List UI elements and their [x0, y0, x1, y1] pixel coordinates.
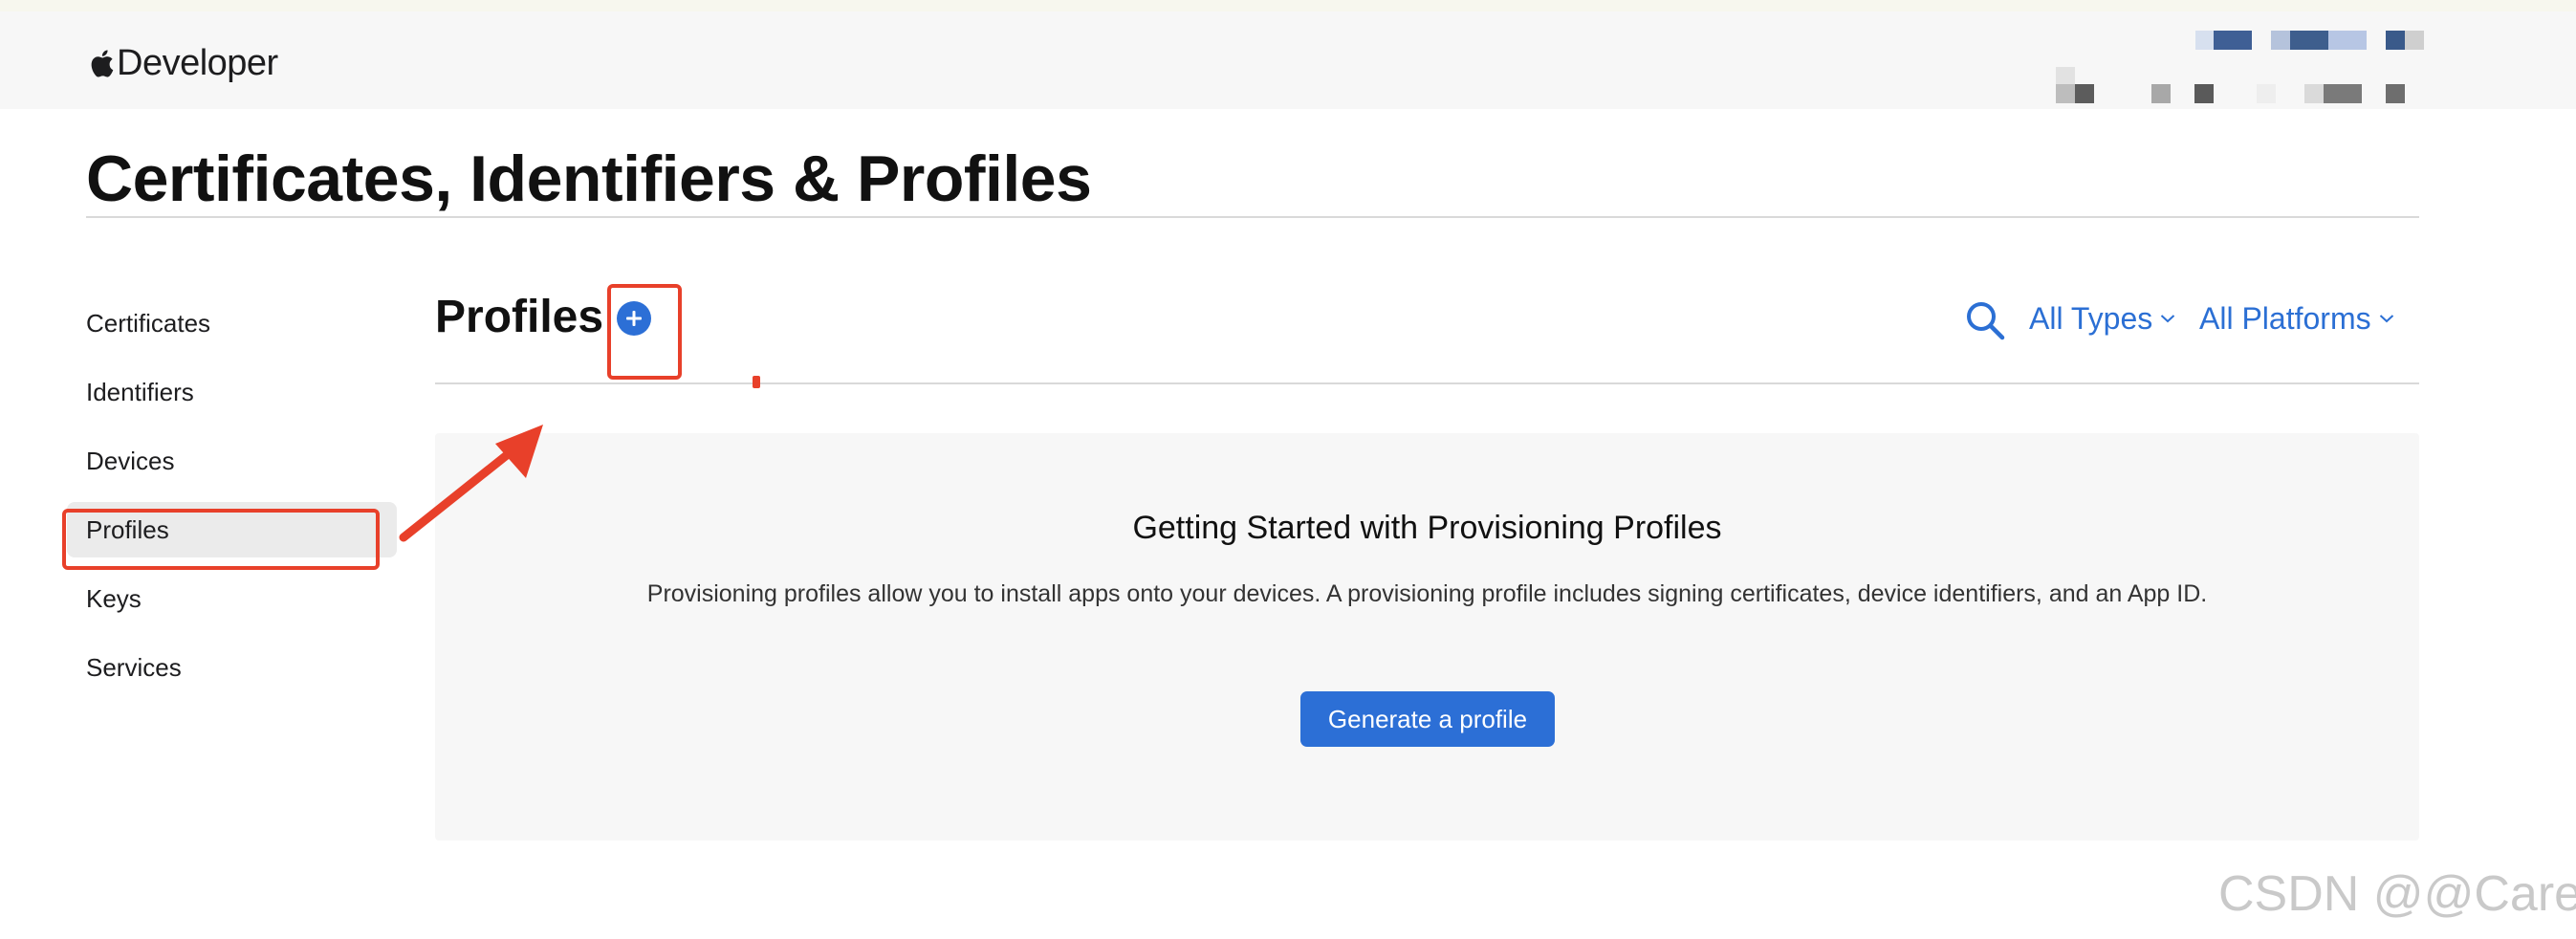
- developer-logo-link[interactable]: Developer: [86, 38, 278, 88]
- empty-state-card: Getting Started with Provisioning Profil…: [435, 433, 2419, 841]
- brand-text: Developer: [117, 42, 278, 83]
- chevron-down-icon: [2379, 315, 2393, 323]
- section-divider: [435, 382, 2419, 384]
- sidebar-item-certificates[interactable]: Certificates: [67, 289, 397, 358]
- sidebar-nav: Certificates Identifiers Devices Profile…: [67, 289, 397, 702]
- site-header: Developer: [0, 11, 2576, 109]
- chevron-down-icon: [2161, 315, 2175, 323]
- generate-profile-button[interactable]: Generate a profile: [1300, 691, 1555, 747]
- filter-types-dropdown[interactable]: All Types: [2029, 296, 2175, 340]
- filter-types-label: All Types: [2029, 301, 2153, 336]
- filter-platforms-label: All Platforms: [2199, 301, 2371, 336]
- watermark-text: CSDN @@Carey: [2218, 866, 2576, 922]
- annotation-dot: [753, 376, 760, 388]
- search-icon: [1967, 302, 2005, 340]
- empty-state-description: Provisioning profiles allow you to insta…: [646, 580, 2208, 607]
- search-button[interactable]: [1964, 299, 2006, 341]
- filter-platforms-dropdown[interactable]: All Platforms: [2199, 296, 2394, 340]
- empty-state-heading: Getting Started with Provisioning Profil…: [1132, 510, 1722, 546]
- annotation-box-profiles: [62, 509, 380, 570]
- page: Developer Certificates, Identifiers & Pr…: [0, 0, 2576, 939]
- section-title: Profiles: [435, 292, 604, 342]
- annotation-box-add: [607, 284, 682, 380]
- sidebar-item-identifiers[interactable]: Identifiers: [67, 358, 397, 426]
- account-info-blurred[interactable]: [2056, 31, 2429, 117]
- sidebar-item-services[interactable]: Services: [67, 633, 397, 702]
- title-divider: [86, 216, 2419, 218]
- apple-logo-icon: [91, 50, 114, 77]
- sidebar-item-devices[interactable]: Devices: [67, 426, 397, 495]
- page-title: Certificates, Identifiers & Profiles: [86, 142, 1092, 215]
- annotation-arrow-icon: [399, 425, 543, 542]
- sidebar-item-keys[interactable]: Keys: [67, 564, 397, 633]
